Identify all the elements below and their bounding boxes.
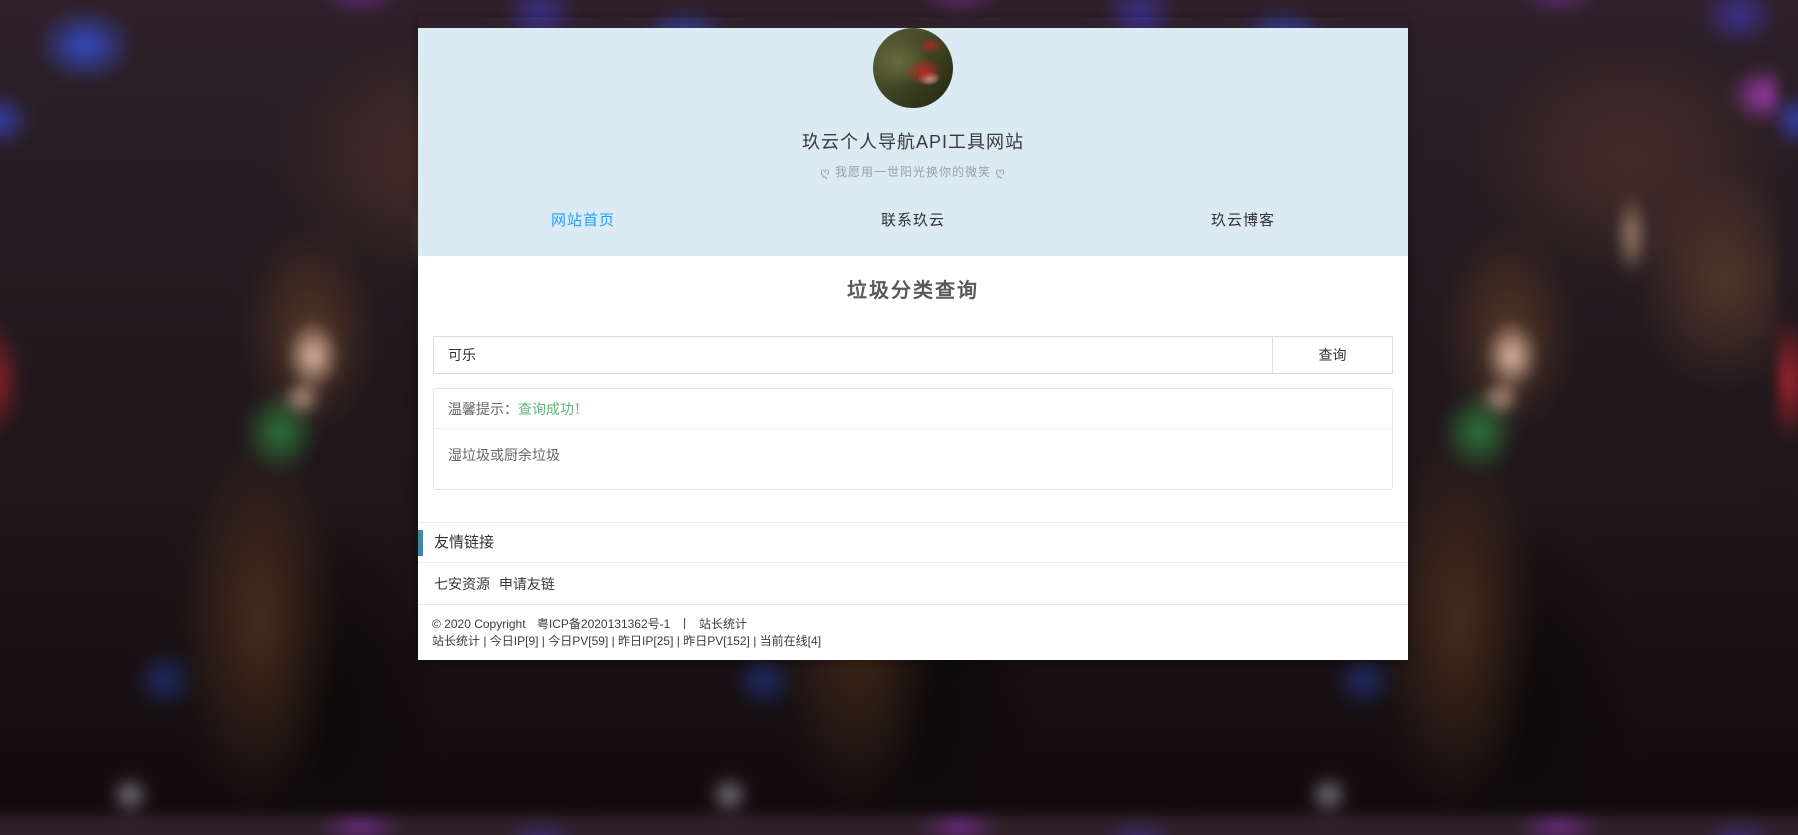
main-nav: 网站首页 联系玖云 玖云博客 xyxy=(418,209,1408,230)
link-qian-resource[interactable]: 七安资源 xyxy=(434,576,490,592)
friend-links-title: 友情链接 xyxy=(418,523,1408,563)
search-button[interactable]: 查询 xyxy=(1272,337,1392,373)
tool-section: 垃圾分类查询 查询 温馨提示：查询成功！ 湿垃圾或厨余垃圾 xyxy=(418,256,1408,522)
icp-number: 粤ICP备2020131362号-1 xyxy=(537,617,670,631)
result-tip-row: 温馨提示：查询成功！ xyxy=(434,389,1392,429)
site-title: 玖云个人导航API工具网站 xyxy=(418,128,1408,154)
tool-title: 垃圾分类查询 xyxy=(433,256,1393,303)
result-answer: 湿垃圾或厨余垃圾 xyxy=(434,429,1392,489)
footer-separator: 丨 xyxy=(679,617,691,631)
site-card: 玖云个人导航API工具网站 ღ 我愿用一世阳光换你的微笑 ღ 网站首页 联系玖云… xyxy=(418,17,1408,660)
visitor-stats[interactable]: 站长统计 | 今日IP[9] | 今日PV[59] | 昨日IP[25] | 昨… xyxy=(432,633,1394,650)
search-input[interactable] xyxy=(434,337,1272,373)
stats-link[interactable]: 站长统计 xyxy=(699,617,747,631)
search-bar: 查询 xyxy=(433,336,1393,374)
nav-item-contact[interactable]: 联系玖云 xyxy=(748,209,1078,230)
nav-item-home[interactable]: 网站首页 xyxy=(418,209,748,230)
friend-links-row: 七安资源 申请友链 xyxy=(418,562,1408,604)
copyright-text: © 2020 Copyright xyxy=(432,617,526,631)
avatar xyxy=(873,28,953,108)
result-panel: 温馨提示：查询成功！ 湿垃圾或厨余垃圾 xyxy=(433,388,1393,490)
accent-bar xyxy=(418,530,423,556)
site-footer: © 2020 Copyright 粤ICP备2020131362号-1 丨 站长… xyxy=(418,604,1408,660)
site-header: 玖云个人导航API工具网站 ღ 我愿用一世阳光换你的微笑 ღ 网站首页 联系玖云… xyxy=(418,28,1408,256)
tip-label: 温馨提示： xyxy=(448,401,518,417)
link-apply-friend-link[interactable]: 申请友链 xyxy=(499,576,555,592)
friend-links-header: 友情链接 xyxy=(418,522,1408,562)
tip-status: 查询成功！ xyxy=(518,401,588,417)
nav-item-blog[interactable]: 玖云博客 xyxy=(1078,209,1408,230)
site-subtitle: ღ 我愿用一世阳光换你的微笑 ღ xyxy=(418,163,1408,180)
